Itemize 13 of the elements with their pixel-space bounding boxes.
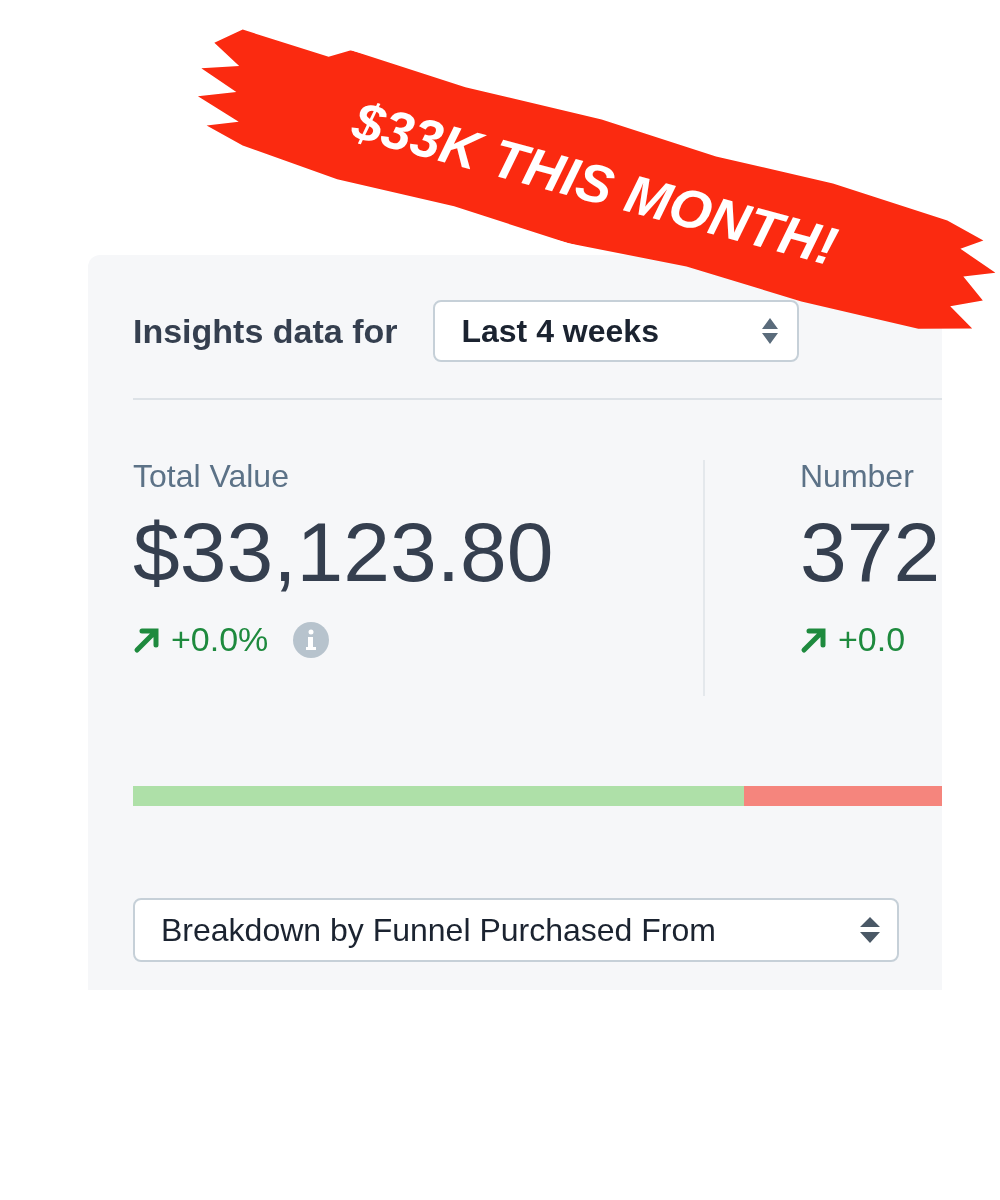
section-title: Insights data for (133, 310, 398, 352)
stat-label: Number (800, 460, 914, 492)
breakdown-select[interactable]: Breakdown by Funnel Purchased From (133, 898, 899, 962)
period-select[interactable]: Last 4 weeks (433, 300, 800, 362)
change-value: +0.0% (171, 619, 269, 660)
sort-icon (761, 316, 780, 346)
stat-value: 372 (800, 510, 941, 594)
change-value: +0.0 (838, 619, 906, 660)
sort-icon (859, 916, 881, 944)
banner-text: $33K THIS MONTH! (347, 92, 843, 274)
info-icon[interactable] (292, 620, 331, 659)
stat-label: Total Value (133, 460, 289, 492)
stat-value: $33,123.80 (133, 510, 554, 594)
